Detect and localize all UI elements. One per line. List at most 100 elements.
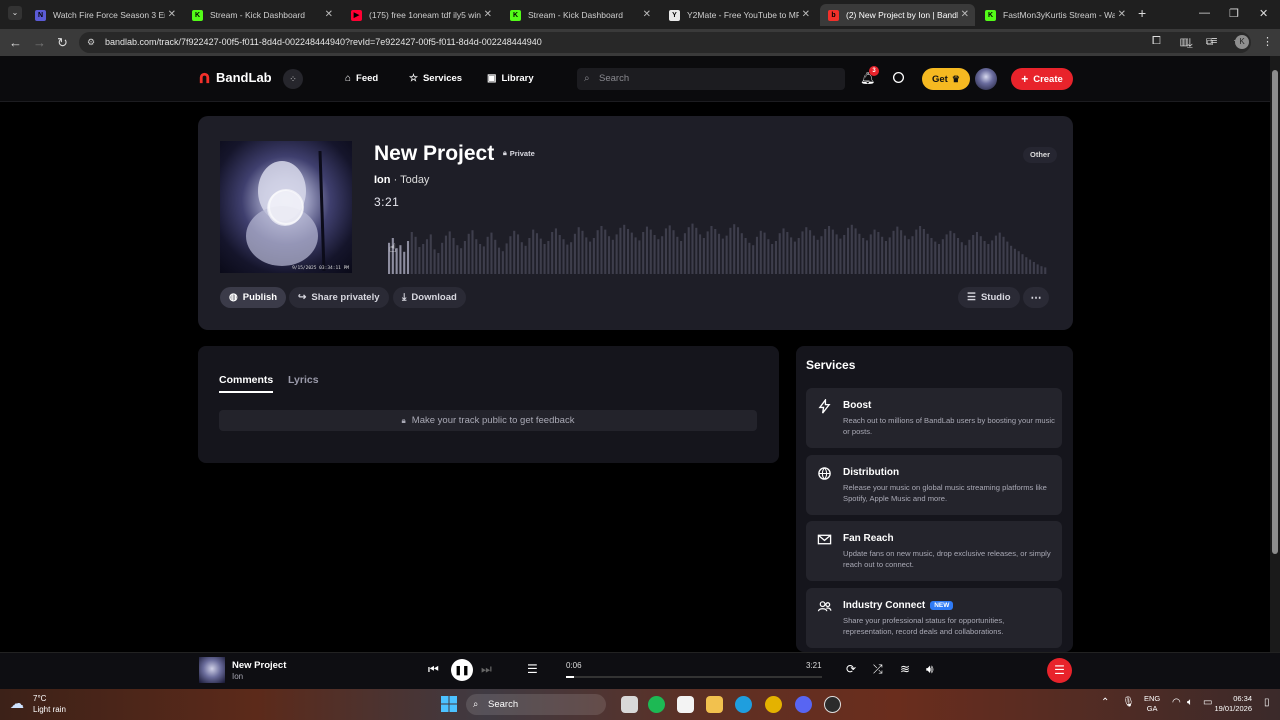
nav-feed[interactable]: ⌂ Feed — [345, 73, 378, 84]
show-hidden-icons[interactable]: ⌃ — [1101, 697, 1109, 708]
volume-icon[interactable]: 🔊︎ — [926, 662, 934, 677]
extensions-icon[interactable]: ⧠ — [1152, 35, 1161, 48]
maximize-button[interactable]: ❐ — [1229, 7, 1239, 20]
language-indicator[interactable]: ENG GA — [1144, 694, 1160, 714]
profile-avatar[interactable]: K — [1235, 35, 1249, 49]
tab-close-icon[interactable]: ✕ — [1118, 9, 1126, 20]
nav-services[interactable]: ☆ Services — [409, 73, 462, 84]
service-card-boost[interactable]: Boost Reach out to millions of BandLab us… — [806, 388, 1062, 448]
browser-tab[interactable]: ▶ (175) free 1oneam tdf ily5 wint ✕ — [343, 4, 498, 26]
browser-tab[interactable]: K Stream - Kick Dashboard ✕ — [502, 4, 657, 26]
tab-favicon-icon: K — [192, 9, 203, 21]
previous-track-icon[interactable]: ⏮︎ — [428, 662, 439, 677]
microphone-icon[interactable]: 🎙︎ — [1122, 697, 1135, 708]
reload-icon[interactable]: ↻ — [57, 35, 68, 51]
pause-button[interactable]: ❚❚ — [451, 659, 473, 681]
browser-tab[interactable]: Y Y2Mate - Free YouTube to MP3 ✕ — [661, 4, 816, 26]
new-tab-button[interactable]: + — [1138, 5, 1146, 21]
back-icon[interactable]: ← — [9, 35, 22, 50]
waveform-bar — [1017, 251, 1020, 274]
tab-close-icon[interactable]: ✕ — [961, 9, 969, 20]
tab-close-icon[interactable]: ✕ — [484, 9, 492, 20]
feedback-notice-text: Make your track public to get feedback — [411, 415, 575, 426]
bandlab-logo[interactable]: BandLab — [197, 70, 272, 85]
service-card-fan-reach[interactable]: Fan Reach Update fans on new music, drop … — [806, 521, 1062, 581]
download-button[interactable]: ⤓ Download — [393, 287, 466, 308]
player-cover-art[interactable] — [199, 657, 225, 683]
create-button[interactable]: + Create — [1011, 68, 1073, 90]
waveform-bar — [1025, 257, 1028, 274]
more-options-button[interactable]: ⋯ — [1023, 287, 1049, 308]
clock[interactable]: 06:34 19/01/2026 — [1206, 694, 1252, 714]
user-avatar[interactable] — [975, 68, 997, 90]
forward-icon[interactable]: → — [33, 35, 46, 50]
queue-icon[interactable]: ☰ — [527, 662, 538, 676]
waveform-toggle-icon[interactable]: ≋ — [900, 662, 910, 676]
search-input[interactable]: ⌕ Search — [577, 68, 845, 90]
shuffle-icon[interactable]: ⤮ — [873, 662, 883, 677]
player-track-title[interactable]: New Project — [232, 660, 286, 671]
minimize-button[interactable]: — — [1199, 7, 1210, 19]
genre-tag[interactable]: Other — [1022, 147, 1057, 163]
waveform-bar — [710, 226, 713, 274]
tab-close-icon[interactable]: ✕ — [802, 9, 810, 20]
browser-tab-bar: ⌄ N Watch Fire Force Season 3 Engli ✕ K Stre… — [0, 0, 1280, 29]
media-controls-icon[interactable]: ≡ — [1211, 35, 1217, 47]
obs-icon[interactable] — [824, 696, 841, 713]
service-card-industry-connect[interactable]: Industry Connect NEW Share your profession… — [806, 588, 1062, 648]
track-cover-art[interactable]: 9/15/2025 03:34:11 PM — [220, 141, 352, 273]
edge-icon[interactable] — [735, 696, 752, 713]
scrollbar-thumb[interactable] — [1272, 70, 1278, 554]
tab-lyrics[interactable]: Lyrics — [288, 374, 319, 386]
tab-comments[interactable]: Comments — [219, 374, 274, 393]
page-scrollbar[interactable] — [1270, 56, 1280, 652]
waveform-bar — [714, 229, 717, 274]
tab-close-icon[interactable]: ✕ — [168, 9, 176, 20]
player-menu-button[interactable]: ☰ — [1047, 658, 1072, 683]
waveform-bar — [926, 233, 929, 274]
service-card-distribution[interactable]: Distribution Release your music on global… — [806, 455, 1062, 515]
notification-center-icon[interactable]: ▯ — [1264, 697, 1270, 708]
browser-tab[interactable]: K FastMon3yKurtis Stream - Watc ✕ — [977, 4, 1132, 26]
start-button[interactable] — [441, 696, 457, 712]
next-track-icon[interactable]: ⏭︎ — [481, 662, 492, 677]
url-field[interactable]: ⚙ bandlab.com/track/7f922427-00f5-f011-8… — [79, 32, 1251, 53]
notifications-button[interactable]: 🔔︎ 3 — [860, 66, 879, 85]
waveform-bar — [1006, 241, 1009, 274]
speaker-icon[interactable]: 🔈︎ — [1187, 697, 1193, 708]
messages-button[interactable] — [892, 71, 905, 84]
bandlab-page: BandLab ⁘ ⌂ Feed ☆ Services ▣ Library ⌕ … — [0, 56, 1280, 652]
browser-tab[interactable]: N Watch Fire Force Season 3 Engli ✕ — [27, 4, 182, 26]
share-privately-button[interactable]: ↪ Share privately — [289, 287, 389, 308]
studio-button[interactable]: ☰ Studio — [958, 287, 1020, 308]
nav-library[interactable]: ▣ Library — [487, 73, 534, 84]
track-waveform[interactable] — [388, 214, 1048, 274]
task-view-icon[interactable] — [621, 696, 638, 713]
browser-tab[interactable]: K Stream - Kick Dashboard ✕ — [184, 4, 339, 26]
tab-close-icon[interactable]: ✕ — [643, 9, 651, 20]
store-icon[interactable] — [677, 696, 694, 713]
tab-search-button[interactable]: ⌄ — [8, 6, 22, 20]
chrome-icon[interactable] — [765, 696, 782, 713]
discord-icon[interactable] — [795, 696, 812, 713]
waveform-bar — [547, 241, 550, 274]
spotify-icon[interactable] — [648, 696, 665, 713]
waveform-bar — [422, 244, 425, 274]
apps-grid-button[interactable]: ⁘ — [283, 69, 303, 89]
progress-track[interactable] — [566, 676, 822, 678]
downloads-icon[interactable]: ⤓ — [1187, 35, 1193, 51]
repeat-icon[interactable]: ⟳ — [846, 662, 856, 676]
tab-close-icon[interactable]: ✕ — [325, 9, 333, 20]
taskbar-search[interactable]: ⌕ Search — [466, 694, 606, 715]
browser-tab[interactable]: b (2) New Project by Ion | BandLa ✕ — [820, 4, 975, 26]
publish-button[interactable]: ◍ Publish — [220, 287, 287, 308]
site-info-icon[interactable]: ⚙ — [87, 32, 95, 53]
artist-link[interactable]: Ion — [374, 174, 391, 186]
cover-play-icon[interactable] — [268, 189, 304, 225]
close-window-button[interactable]: ✕ — [1259, 7, 1268, 20]
wifi-icon[interactable]: ◠ — [1172, 697, 1181, 708]
browser-menu-icon[interactable]: ⋮ — [1262, 35, 1273, 48]
get-membership-button[interactable]: Get ♛ — [922, 68, 970, 90]
file-explorer-icon[interactable] — [706, 696, 723, 713]
player-artist[interactable]: Ion — [232, 672, 243, 681]
